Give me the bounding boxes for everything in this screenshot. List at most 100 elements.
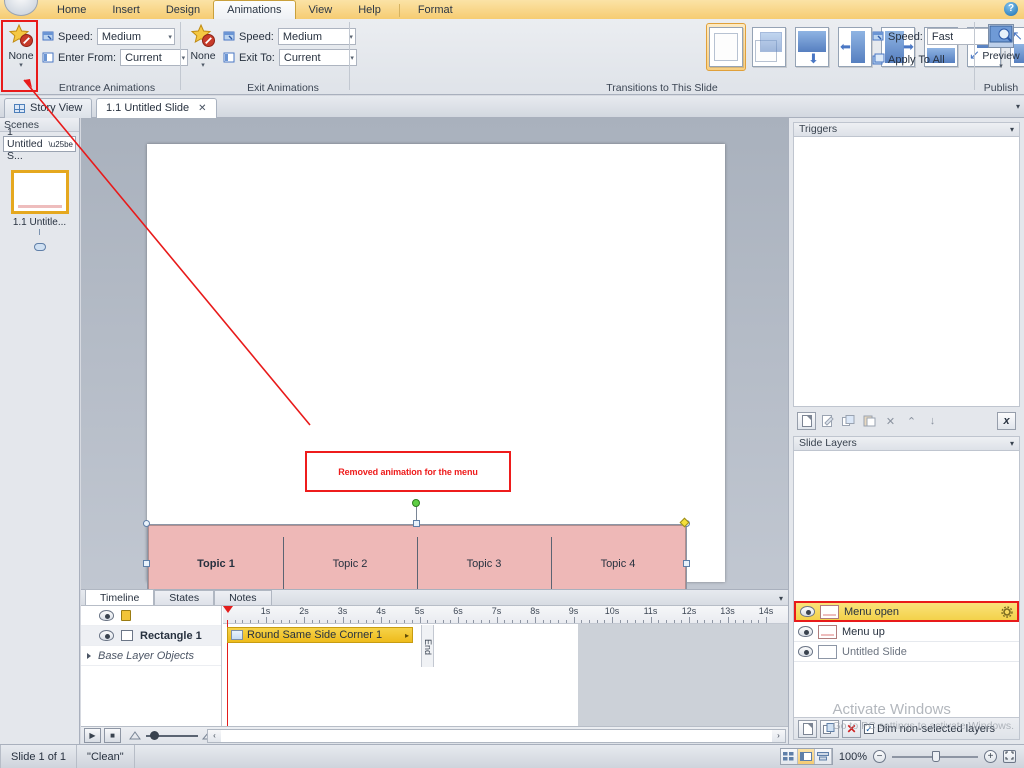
delete-layer-button[interactable]: ✕ — [842, 719, 861, 738]
timeline-horizontal-scrollbar[interactable]: ‹ › — [207, 729, 786, 743]
timeline-row-base-layer-objects[interactable]: Base Layer Objects — [81, 646, 221, 666]
handle-top-left[interactable] — [143, 520, 150, 527]
slide-layers-header[interactable]: Slide Layers ▾ — [793, 436, 1020, 451]
zoom-slider-handle[interactable] — [932, 750, 940, 762]
exit-none-caret-icon[interactable]: ▾ — [185, 62, 221, 69]
timeline-tab-timeline[interactable]: Timeline — [85, 589, 155, 605]
dim-non-selected-checkbox[interactable]: ✓ — [864, 723, 874, 734]
wipe-left-transition[interactable]: ⬅ — [835, 23, 875, 71]
tab-untitled-slide[interactable]: 1.1 Untitled Slide ✕ — [96, 98, 217, 118]
new-layer-button[interactable] — [798, 719, 817, 738]
handle-top-center[interactable] — [413, 520, 420, 527]
story-view-button[interactable] — [780, 749, 798, 764]
chevron-down-icon[interactable]: ▾ — [1010, 122, 1014, 137]
shape-icon — [121, 630, 133, 641]
ribbon-tab-format[interactable]: Format — [405, 1, 466, 19]
slide-canvas[interactable]: Removed animation for the menu Topic 1 To… — [141, 144, 725, 609]
zoom-slider-track[interactable] — [892, 750, 978, 762]
scene-thumbnail-item[interactable]: 1.1 Untitle... — [0, 170, 79, 251]
handle-middle-left[interactable] — [143, 560, 150, 567]
exit-none-button[interactable]: None ▾ — [185, 23, 221, 69]
slide-canvas-area[interactable]: Removed animation for the menu Topic 1 To… — [81, 118, 788, 613]
triggers-header[interactable]: Triggers ▾ — [793, 122, 1020, 137]
paste-trigger-button[interactable] — [860, 412, 879, 430]
timeline-play-button[interactable]: ▶ — [84, 728, 101, 743]
ruler-minor-tick — [581, 620, 583, 623]
eye-icon[interactable] — [99, 630, 114, 641]
timeline-animation-bar[interactable]: Round Same Side Corner 1 ▸ — [227, 627, 413, 643]
scene-selector[interactable]: 1 Untitled S... \u25be — [3, 126, 76, 162]
push-down-transition-thumbnail: ⬇ — [795, 27, 829, 67]
chevron-down-icon[interactable]: ▾ — [1010, 436, 1014, 451]
slide-layers-list[interactable]: Menu open Menu up Untitled Slide — [794, 601, 1019, 717]
handle-middle-right[interactable] — [683, 560, 690, 567]
preview-label[interactable]: Preview — [978, 50, 1024, 62]
tab-overflow-caret-icon[interactable]: ▾ — [1016, 102, 1020, 111]
exit-speed-select[interactable]: Medium ▾ — [277, 28, 356, 45]
eye-icon[interactable] — [798, 646, 813, 657]
scroll-left-button[interactable]: ‹ — [208, 730, 221, 742]
help-icon[interactable]: ? — [1004, 2, 1018, 16]
slide-master-view-button[interactable] — [814, 749, 832, 764]
ruler-label: 2s — [299, 606, 309, 616]
timeline-ruler[interactable]: 1s 2s 3s 4s 5s 6s 7s 8s 9s 10s 11s 12s 13s 14s — [223, 606, 788, 768]
normal-view-button[interactable] — [797, 749, 815, 764]
timeline-row-rectangle-1[interactable]: Rectangle 1 — [81, 626, 221, 646]
preview-icon[interactable] — [988, 24, 1014, 48]
eye-icon[interactable] — [800, 606, 815, 617]
timeline-tracks[interactable]: 1s 2s 3s 4s 5s 6s 7s 8s 9s 10s 11s 12s 13s 14s Round … — [223, 606, 788, 768]
ribbon-tab-animations[interactable]: Animations — [213, 0, 296, 19]
triggers-list[interactable] — [793, 137, 1020, 407]
annotation-callout[interactable]: Removed animation for the menu — [305, 451, 511, 492]
entrance-speed-select[interactable]: Medium ▾ — [96, 28, 175, 45]
playhead-marker[interactable] — [223, 606, 233, 768]
copy-trigger-button[interactable] — [839, 412, 858, 430]
zoom-out-button[interactable]: − — [873, 750, 886, 763]
manage-variables-button[interactable]: x — [997, 412, 1016, 430]
timeline-tab-notes[interactable]: Notes — [214, 590, 272, 605]
slide-thumbnail[interactable] — [10, 170, 69, 214]
ribbon-tab-view[interactable]: View — [296, 1, 346, 19]
fit-to-window-button[interactable] — [1003, 750, 1016, 763]
tab-story-view[interactable]: Story View — [4, 98, 93, 118]
bar-expand-icon[interactable]: ▸ — [405, 631, 409, 640]
zoom-in-button[interactable]: + — [984, 750, 997, 763]
expand-triangle-icon[interactable] — [87, 652, 91, 659]
slide-layer-row-2[interactable]: Menu up — [794, 622, 1019, 642]
eye-icon[interactable] — [798, 626, 813, 637]
none-transition[interactable] — [706, 23, 746, 71]
apply-to-all-row[interactable]: Apply To All — [872, 51, 949, 68]
new-trigger-button[interactable] — [797, 412, 816, 430]
view-mode-buttons[interactable] — [779, 748, 833, 765]
fade-transition[interactable] — [749, 23, 789, 71]
scroll-right-button[interactable]: › — [772, 730, 785, 742]
rotate-handle[interactable] — [412, 499, 420, 507]
zoom-slider-knob[interactable] — [150, 730, 159, 740]
duplicate-layer-button[interactable] — [820, 719, 839, 738]
timeline-stop-button[interactable]: ■ — [104, 728, 121, 743]
ribbon-tab-home[interactable]: Home — [44, 1, 99, 19]
ribbon: Home Insert Design Animations View Help Format… — [0, 0, 1024, 95]
close-icon[interactable]: ✕ — [198, 99, 206, 118]
ruler-minor-tick — [719, 620, 721, 623]
chevron-down-icon: \u25be — [48, 139, 73, 149]
entrance-enter-from-select[interactable]: Current ▾ — [120, 49, 189, 66]
preview-caret-icon[interactable]: ▾ — [978, 62, 1024, 70]
slide-layer-row-3[interactable]: Untitled Slide — [794, 642, 1019, 662]
move-down-trigger-button[interactable]: ↓ — [923, 412, 942, 430]
delete-trigger-button[interactable]: ✕ — [881, 412, 900, 430]
timeline-collapse-icon[interactable]: ▾ — [779, 594, 783, 603]
slide-layer-row-1[interactable]: Menu open — [794, 601, 1019, 622]
move-up-trigger-button[interactable]: ⌃ — [902, 412, 921, 430]
ribbon-tab-insert[interactable]: Insert — [99, 1, 153, 19]
lock-icon[interactable] — [121, 610, 131, 621]
timeline-tab-states[interactable]: States — [154, 590, 215, 605]
edit-trigger-button[interactable] — [818, 412, 837, 430]
eye-icon[interactable] — [99, 610, 114, 621]
ribbon-tab-design[interactable]: Design — [153, 1, 213, 19]
exit-to-select[interactable]: Current ▾ — [278, 49, 357, 66]
ribbon-tab-help[interactable]: Help — [345, 1, 394, 19]
push-down-transition[interactable]: ⬇ — [792, 23, 832, 71]
gear-icon[interactable] — [1001, 605, 1013, 618]
ruler-minor-tick — [735, 620, 737, 623]
